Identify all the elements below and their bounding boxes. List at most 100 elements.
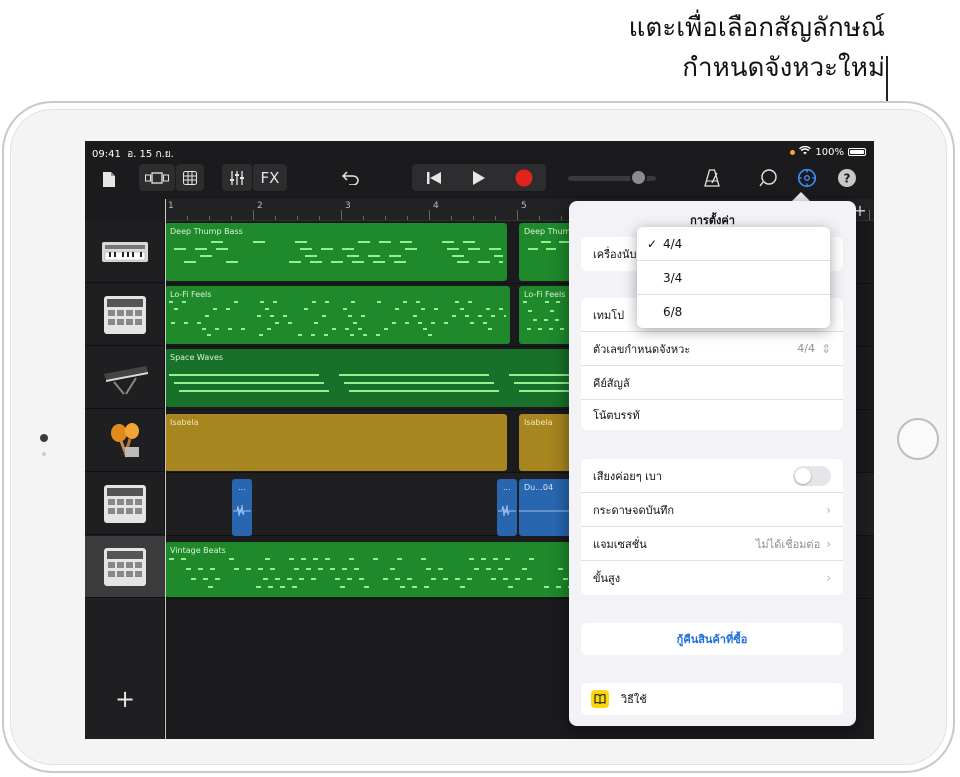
midi-note (413, 315, 417, 317)
waveform-icon (233, 504, 251, 517)
midi-note (442, 241, 454, 243)
midi-note (265, 308, 269, 310)
playhead[interactable] (165, 199, 166, 739)
midi-note (207, 334, 211, 336)
midi-note (263, 578, 268, 580)
time-signature-option[interactable]: 3/4 (637, 261, 830, 295)
midi-note (294, 568, 299, 570)
midi-note (203, 578, 208, 580)
midi-note (523, 301, 527, 303)
midi-note (335, 578, 340, 580)
midi-note (313, 558, 318, 560)
region-label: Isabela (170, 418, 199, 427)
region-audio-1[interactable]: ... (232, 479, 252, 536)
play-icon[interactable] (457, 164, 501, 191)
midi-note (489, 248, 501, 250)
status-bar: 09:41 อ. 15 ก.ย. 100% (85, 141, 874, 163)
midi-note (421, 308, 425, 310)
midi-note (273, 301, 277, 303)
loop-icon[interactable] (756, 166, 780, 190)
midi-note (478, 261, 490, 263)
metronome-icon[interactable] (701, 166, 723, 190)
key-signature-row[interactable]: คีย์สัญลั (581, 366, 843, 400)
help-icon[interactable]: ? (836, 167, 858, 189)
time-signature-option[interactable]: ✓ 4/4 (637, 227, 830, 261)
callout-line-2: กำหนดจังหวะใหม่ (682, 53, 885, 83)
checkmark-icon: ✓ (647, 236, 658, 251)
midi-note (447, 248, 459, 250)
record-icon[interactable] (502, 164, 546, 191)
region-deep-thump-bass[interactable]: Deep Thump Bass (165, 223, 507, 281)
track-header-drum-machine-2[interactable] (85, 473, 165, 535)
fade-out-toggle[interactable] (793, 465, 831, 486)
midi-note (314, 322, 318, 324)
midi-note (559, 241, 569, 243)
ruler-tick (473, 216, 474, 220)
track-header-keyboard-stand[interactable] (85, 347, 165, 409)
score-row[interactable]: โน้ตบรรทั (581, 400, 843, 430)
midi-note (353, 322, 357, 324)
jam-session-row[interactable]: แจมเซสชั่น ไม่ได้เชื่อมต่อ › (581, 527, 843, 561)
chevron-right-icon: › (826, 536, 831, 551)
region-lofi-feels[interactable]: Lo-Fi Feels (165, 286, 510, 344)
add-track-button[interactable]: + (85, 685, 165, 713)
undo-icon[interactable] (339, 167, 361, 189)
midi-note (418, 322, 422, 324)
keyboard-stand-icon (104, 365, 148, 395)
track-header-drum-machine-3[interactable] (85, 536, 165, 598)
midi-note (469, 558, 474, 560)
settings-icon[interactable] (795, 166, 819, 190)
callout-text: แตะเพื่อเลือกสัญลักษณ์ กำหนดจังหวะใหม่ (629, 8, 885, 88)
midi-note (384, 328, 388, 330)
row-label: ตัวเลขกำหนดจังหวะ (593, 342, 691, 356)
fx-button[interactable]: FX (253, 164, 287, 191)
region-space-waves[interactable]: Space Waves (165, 349, 585, 407)
master-volume-knob[interactable] (630, 169, 647, 186)
option-label: 6/8 (663, 305, 683, 319)
midi-note (392, 322, 396, 324)
midi-note (349, 558, 354, 560)
midi-note (265, 558, 270, 560)
time-signature-row[interactable]: ตัวเลขกำหนดจังหวะ 4/4 ⇕ (581, 332, 843, 366)
rewind-icon[interactable] (412, 164, 456, 191)
region-label: Space Waves (170, 353, 224, 362)
toolbar: FX ? (85, 161, 874, 199)
home-button[interactable] (897, 418, 939, 460)
region-audio-2[interactable]: ... (497, 479, 517, 536)
ruler-tick (561, 216, 562, 220)
midi-note (169, 301, 173, 303)
view-toggle-icon[interactable] (139, 164, 175, 191)
notepad-row[interactable]: กระดาษจดบันทึก › (581, 493, 843, 527)
advanced-row[interactable]: ขั้นสูง › (581, 561, 843, 595)
time-signature-option[interactable]: 6/8 (637, 295, 830, 329)
midi-note (368, 255, 380, 257)
help-row[interactable]: วิธีใช้ (581, 683, 843, 715)
midi-note (556, 301, 560, 303)
track-header-percussion[interactable] (85, 410, 165, 472)
midi-note (322, 315, 326, 317)
restore-purchases-button[interactable]: กู้คืนสินค้าที่ซื้อ (581, 623, 843, 655)
ruler-tick (231, 216, 232, 220)
midi-note (379, 241, 391, 243)
region-vintage-beats[interactable]: Vintage Beats (165, 542, 585, 597)
grid-icon[interactable] (176, 164, 204, 191)
jam-session-value: ไม่ได้เชื่อมต่อ (755, 537, 821, 551)
midi-note (298, 334, 302, 336)
midi-note (358, 328, 362, 330)
mixer-icon[interactable] (222, 164, 252, 191)
midi-note (312, 301, 316, 303)
track-header-drum-machine[interactable] (85, 284, 165, 346)
track-header-synth-bass[interactable] (85, 221, 165, 283)
midi-note (215, 578, 220, 580)
ruler-tick (341, 210, 342, 220)
chevron-updown-icon: ⇕ (820, 341, 831, 356)
ruler-tick (209, 216, 210, 220)
sensor (42, 452, 46, 456)
midi-note (563, 578, 568, 580)
region-isabela[interactable]: Isabela (165, 414, 507, 471)
midi-note (256, 586, 261, 588)
document-icon[interactable] (99, 167, 119, 191)
midi-note (478, 315, 482, 317)
mic-indicator (790, 149, 796, 155)
midi-note (260, 301, 264, 303)
